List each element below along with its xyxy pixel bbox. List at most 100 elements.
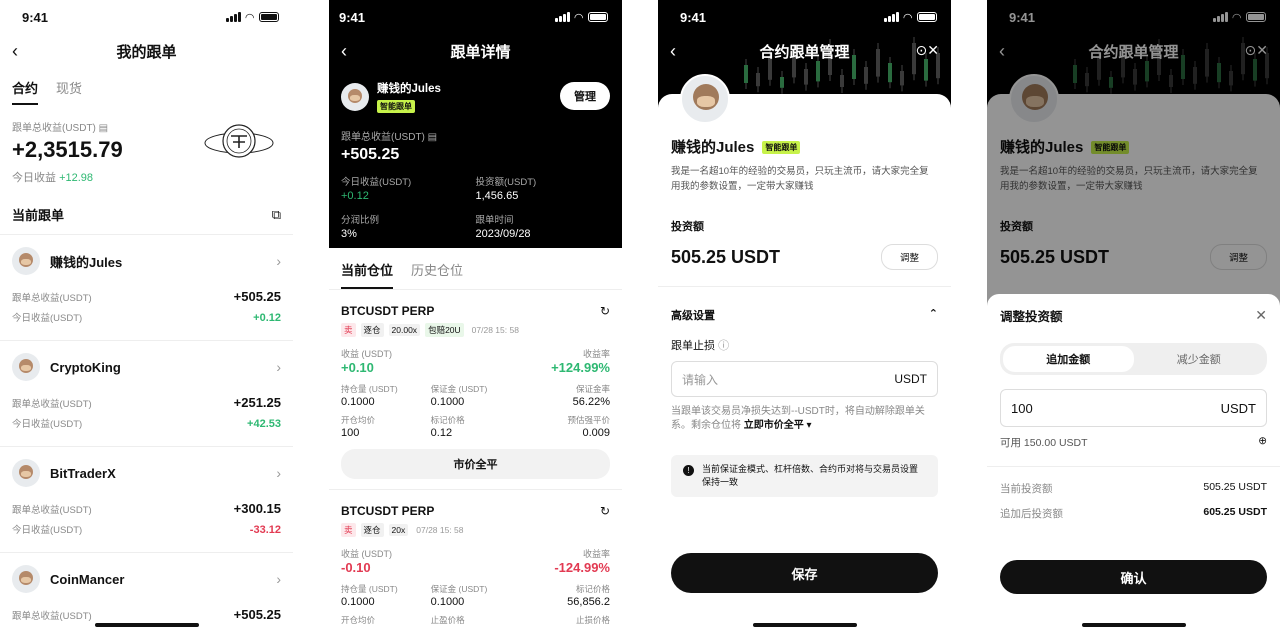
seg-reduce-amount[interactable]: 减少金额	[1134, 346, 1265, 372]
confirm-button[interactable]: 确认	[1000, 560, 1267, 594]
status-icons: ◠	[226, 11, 279, 24]
status-time: 9:41	[339, 9, 366, 25]
tab-spot[interactable]: 现货	[56, 78, 82, 105]
manage-body: 赚钱的Jules 智能跟单 我是一名超10年的经验的交易员，只玩主流币，请大家完全…	[658, 136, 951, 497]
save-button[interactable]: 保存	[671, 553, 938, 593]
position-field: 保证金 (USDT) 0.1000	[430, 384, 488, 408]
avatar	[680, 74, 730, 124]
seg-add-amount[interactable]: 追加金额	[1003, 346, 1134, 372]
detail-stat: 今日收益(USDT) +0.12	[341, 177, 412, 202]
avatar	[341, 83, 369, 111]
detail-stat: 投资额(USDT) 1,456.65	[475, 177, 537, 202]
page-title: 跟单详情	[450, 43, 511, 61]
nav-bar: ‹ 合约跟单管理 ⊙✕	[658, 34, 951, 68]
info-icon[interactable]: ⓘ	[718, 340, 729, 352]
stop-loss-label: 跟单止损 ⓘ	[671, 340, 730, 352]
position-card: BTCUSDT PERP ↻ 卖 逐仓 20.00x 包赔20U 07/28 15…	[329, 290, 622, 490]
status-bar: 9:41 ◠	[658, 0, 951, 34]
position-field: 预估强平价 0.009	[567, 415, 610, 439]
share-icon[interactable]: ↻	[600, 304, 610, 318]
position-field: 保证金 (USDT) 0.1000	[430, 584, 488, 608]
section-title: 当前跟单	[12, 208, 65, 223]
candle-body	[864, 67, 868, 84]
avatar	[12, 459, 40, 487]
nav-bar: ‹ 跟单详情	[329, 34, 622, 68]
signal-icon	[884, 12, 899, 22]
close-icon[interactable]: ✕	[1255, 307, 1267, 324]
back-icon[interactable]: ‹	[341, 42, 357, 60]
modal-overlay[interactable]	[987, 0, 1280, 320]
position-field: 开仓均价 100	[341, 415, 376, 439]
back-icon[interactable]: ‹	[12, 42, 28, 60]
history-icon[interactable]: ⧉	[272, 207, 281, 223]
detail-stat: 分润比例 3%	[341, 215, 380, 240]
unfollow-user-icon[interactable]: ⊙✕	[916, 42, 939, 59]
amount-value: 100	[1011, 400, 1033, 416]
invest-value: 505.25 USDT	[671, 246, 781, 267]
trader-card[interactable]: BitTraderX › 跟单总收益(USDT) +300.15 今日收益(USD…	[0, 447, 293, 553]
chevron-up-icon: ⌃	[928, 308, 938, 320]
position-tabs: 当前仓位 历史仓位	[329, 248, 622, 290]
amount-input[interactable]: 100 USDT	[1000, 389, 1267, 427]
market-close-all-button[interactable]: 市价全平	[341, 449, 610, 479]
current-invest-row: 当前投资额 505.25 USDT	[1000, 481, 1267, 495]
trader-name: 赚钱的Jules	[671, 139, 755, 156]
chevron-right-icon[interactable]: ›	[276, 571, 281, 587]
wifi-icon: ◠	[245, 11, 254, 24]
trader-name-row: 赚钱的Jules 智能跟单	[671, 136, 938, 157]
add-circle-icon[interactable]: ⊕	[1258, 435, 1267, 450]
position-list: BTCUSDT PERP ↻ 卖 逐仓 20.00x 包赔20U 07/28 15…	[329, 290, 622, 633]
close-mode-dropdown[interactable]: 立即市价全平 ▾	[744, 420, 812, 431]
chevron-right-icon[interactable]: ›	[276, 465, 281, 481]
manage-button[interactable]: 管理	[560, 82, 610, 110]
detail-stat: 跟单时间 2023/09/28	[475, 215, 531, 240]
chevron-right-icon[interactable]: ›	[276, 359, 281, 375]
avatar	[12, 565, 40, 593]
trader-header: 赚钱的Jules ›	[12, 247, 281, 275]
home-indicator	[752, 623, 857, 627]
position-field: 标记价格 0.12	[430, 415, 465, 439]
info-icon: !	[683, 465, 694, 476]
stop-loss-placeholder: 请输入	[682, 372, 719, 387]
trader-header: CoinMancer ›	[12, 565, 281, 593]
position-fields: 持仓量 (USDT) 0.1000 保证金 (USDT) 0.1000 保证金率 56.2…	[341, 383, 610, 439]
total-value: +505.25	[341, 146, 400, 163]
total-earnings: 跟单总收益(USDT) ▤ +2,3515.79 今日收益 +12.98	[0, 105, 293, 185]
stop-loss-input[interactable]: 请输入 USDT	[671, 361, 938, 397]
wifi-icon: ◠	[903, 11, 912, 24]
position-field: 标记价格 56,856.2	[567, 584, 610, 608]
trader-name: CoinMancer	[50, 571, 125, 587]
trader-today-row: 今日收益(USDT) +0.12	[12, 312, 281, 324]
trader-card[interactable]: CryptoKing › 跟单总收益(USDT) +251.25 今日收益(USD…	[0, 341, 293, 447]
adjust-button[interactable]: 调整	[880, 244, 938, 270]
tab-current-positions[interactable]: 当前仓位	[341, 260, 394, 289]
share-icon[interactable]: ↻	[600, 504, 610, 518]
trader-card[interactable]: CoinMancer › 跟单总收益(USDT) +505.25	[0, 553, 293, 633]
signal-icon	[555, 12, 570, 22]
today-earnings: 今日收益 +12.98	[12, 172, 94, 184]
trader-card[interactable]: 赚钱的Jules › 跟单总收益(USDT) +505.25 今日收益(USDT)…	[0, 235, 293, 341]
detail-header: 9:41 ◠ ‹ 跟单详情 赚钱的Jules 智能跟单 管理 跟单总收益(USD…	[329, 0, 622, 248]
status-bar: 9:41 ◠	[329, 0, 622, 34]
back-icon[interactable]: ‹	[670, 42, 686, 60]
invest-label: 投资额	[671, 221, 704, 233]
position-field: 止盈价格	[430, 615, 465, 625]
position-field: 持仓量 (USDT) 0.1000	[341, 584, 398, 608]
advanced-settings-toggle[interactable]: 高级设置 ⌃	[671, 307, 938, 323]
candle-body	[780, 77, 784, 88]
avatar	[12, 247, 40, 275]
copy-icon: ▤	[98, 123, 109, 134]
tab-contract[interactable]: 合约	[12, 78, 39, 105]
position-field: 保证金率 56.22%	[572, 384, 610, 408]
candle-body	[756, 73, 760, 87]
detail-stats: 今日收益(USDT) +0.12 投资额(USDT) 1,456.65 分润比例 3% 跟单…	[341, 174, 610, 240]
chevron-right-icon[interactable]: ›	[276, 253, 281, 269]
home-indicator	[94, 623, 199, 627]
settings-warning: ! 当前保证金模式、杠杆倍数、合约币对将与交易员设置保持一致	[671, 455, 938, 497]
position-pnl: 收益 (USDT) -0.10 收益率 -124.99%	[341, 549, 610, 575]
status-icons: ◠	[555, 11, 608, 24]
after-invest-row: 追加后投资额 605.25 USDT	[1000, 506, 1267, 520]
available-balance: 可用 150.00 USDT ⊕	[1000, 435, 1267, 450]
tab-history-positions[interactable]: 历史仓位	[411, 260, 463, 289]
trader-name: CryptoKing	[50, 359, 121, 375]
